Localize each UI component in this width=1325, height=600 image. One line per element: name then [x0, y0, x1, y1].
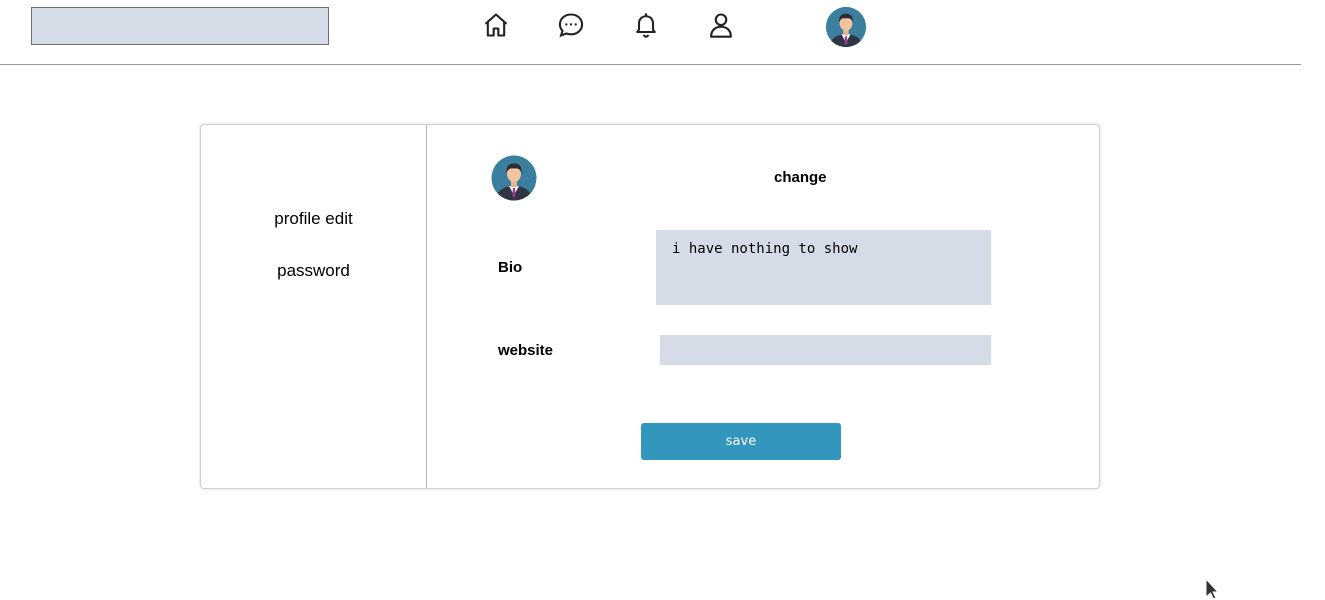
search-input[interactable] — [31, 7, 329, 45]
home-icon[interactable] — [480, 9, 512, 41]
bell-icon[interactable] — [630, 9, 662, 41]
mouse-cursor-icon — [1205, 577, 1220, 600]
profile-edit-form: change Bio i have nothing to show websit… — [427, 125, 1099, 488]
sidebar-item-profile-edit[interactable]: profile edit — [201, 209, 426, 229]
website-input[interactable] — [660, 335, 991, 365]
website-label: website — [498, 342, 554, 359]
profile-settings-card: profile edit password change Bio i have … — [200, 124, 1100, 489]
save-button[interactable]: save — [641, 423, 841, 460]
chat-icon[interactable] — [555, 9, 587, 41]
user-icon[interactable] — [705, 9, 737, 41]
top-navigation-bar — [0, 0, 1301, 65]
bio-textarea[interactable]: i have nothing to show — [656, 230, 991, 305]
settings-sidebar: profile edit password — [201, 125, 427, 488]
avatar[interactable] — [825, 6, 867, 48]
bio-label: Bio — [498, 259, 523, 276]
change-avatar-link[interactable]: change — [774, 169, 827, 187]
profile-avatar — [491, 155, 537, 201]
sidebar-item-password[interactable]: password — [201, 261, 426, 281]
